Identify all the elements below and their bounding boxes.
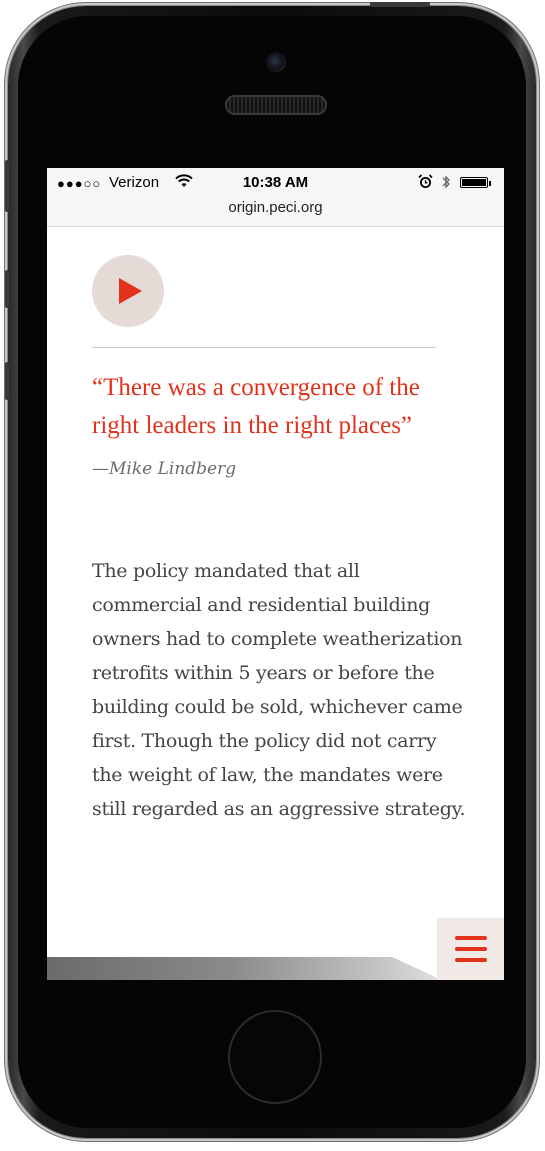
alarm-icon [418,174,433,192]
image-preview-edge [47,957,442,980]
address-bar-url[interactable]: origin.peci.org [47,199,504,216]
body-paragraph: The policy mandated that all commercial … [92,560,466,820]
earpiece-speaker [225,95,327,115]
status-time: 10:38 AM [242,174,309,191]
volume-up-button [5,270,9,308]
play-button[interactable] [92,255,164,327]
status-bar: ●●●○○ Verizon 10:38 AM origin.peci.org [47,168,504,227]
menu-button[interactable] [437,918,504,980]
front-camera [266,52,286,72]
sleep-button [370,2,430,7]
home-button[interactable] [228,1010,322,1104]
pull-quote: “There was a convergence of the right le… [92,374,420,439]
play-icon [119,278,142,304]
volume-down-button [5,362,9,400]
battery-tip [489,181,491,186]
divider [92,347,436,348]
screen: ●●●○○ Verizon 10:38 AM origin.peci.org “… [47,168,504,980]
mute-switch [5,160,9,212]
quote-attribution: —Mike Lindberg [92,459,237,479]
bluetooth-icon [441,174,451,193]
battery-icon [460,177,488,188]
